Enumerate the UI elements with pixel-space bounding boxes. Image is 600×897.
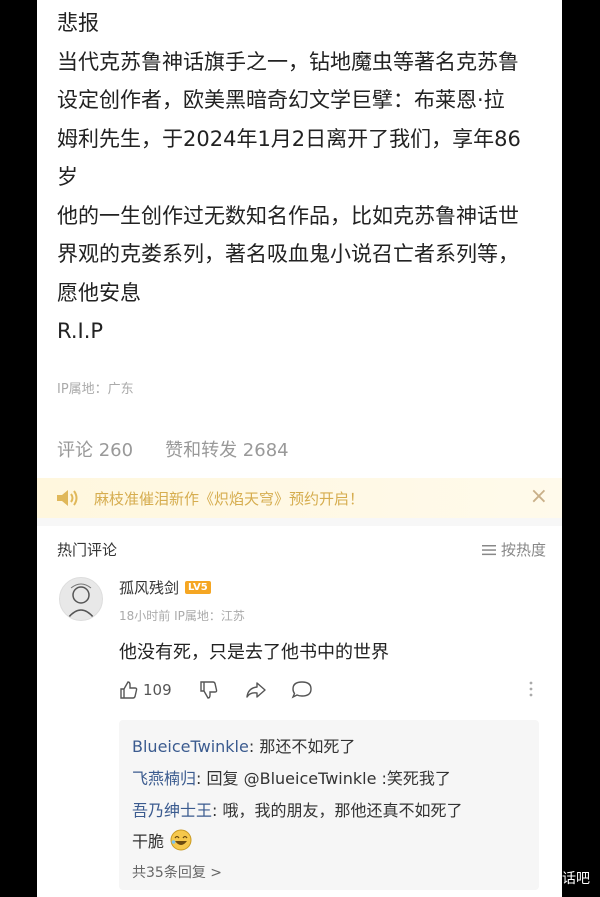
post-title: 悲报 <box>57 11 99 35</box>
post-text-line: 愿他安息 <box>57 280 141 305</box>
reply-separator: : <box>196 769 207 788</box>
sort-button[interactable]: 按热度 <box>481 539 546 560</box>
comment-meta: 18小时前 IP属地：江苏 <box>119 607 245 624</box>
promo-banner[interactable]: 麻枝准催泪新作《炽焰天穹》预约开启！ × <box>37 478 562 518</box>
sort-label: 按热度 <box>500 541 546 559</box>
reply-author[interactable]: 飞燕楠归 <box>132 769 196 788</box>
view-all-replies-link[interactable]: 共35条回复 > <box>132 862 222 882</box>
comment-ip: IP属地：江苏 <box>174 609 245 623</box>
reply-author[interactable]: BlueiceTwinkle <box>132 737 249 756</box>
avatar[interactable] <box>59 577 103 621</box>
more-icon[interactable] <box>529 680 533 698</box>
comments-tab[interactable]: 评论 260 <box>57 436 133 462</box>
comment-time: 18小时前 <box>119 609 171 623</box>
reply-item[interactable]: 飞燕楠归: 回复 @BlueiceTwinkle :笑死我了 <box>132 765 451 789</box>
reply-continuation-text: 干脆 <box>132 832 165 851</box>
reply-item[interactable]: BlueiceTwinkle: 那还不如死了 <box>132 733 355 757</box>
post-stats: 评论 260 赞和转发 2684 <box>57 436 289 462</box>
reply-continuation: 干脆 <box>132 828 192 852</box>
reply-button[interactable] <box>291 680 313 700</box>
thumbs-up-icon <box>119 680 139 700</box>
close-icon[interactable]: × <box>530 484 548 509</box>
comment-actions: 109 <box>119 680 539 706</box>
comment-author[interactable]: 孤风残剑 LV5 <box>119 577 211 598</box>
post-body: 悲报 当代克苏鲁神话旗手之一，钻地魔虫等著名克苏鲁 设定创作者，欧美黑暗奇幻文学… <box>57 4 552 351</box>
reply-separator: : <box>248 737 260 756</box>
reply-text: 哦，我的朋友，那他还真不如死了 <box>222 801 463 820</box>
replies-box: BlueiceTwinkle: 那还不如死了 飞燕楠归: 回复 @Blueice… <box>119 720 539 890</box>
post-text-line: 设定创作者，欧美黑暗奇幻文学巨擘：布莱恩·拉 <box>57 88 505 112</box>
share-button[interactable] <box>245 680 267 700</box>
promo-banner-text: 麻枝准催泪新作《炽焰天穹》预约开启！ <box>94 490 365 508</box>
like-count: 109 <box>143 681 172 699</box>
post-page: 悲报 当代克苏鲁神话旗手之一，钻地魔虫等著名克苏鲁 设定创作者，欧美黑暗奇幻文学… <box>37 0 562 897</box>
post-text-line: 姆利先生，于2024年1月2日离开了我们，享年86 <box>57 126 521 151</box>
reply-separator: : <box>212 801 223 820</box>
like-button[interactable]: 109 <box>119 680 172 700</box>
watermark: 话吧 <box>562 871 590 887</box>
comment-username: 孤风残剑 <box>119 579 180 597</box>
post-ip-location: IP属地：广东 <box>57 382 134 397</box>
reply-item[interactable]: 吾乃绅士王: 哦，我的朋友，那他还真不如死了 <box>132 797 463 821</box>
speech-bubble-icon <box>291 680 313 700</box>
dislike-button[interactable] <box>199 680 219 700</box>
share-icon <box>245 680 267 700</box>
thumbs-down-icon <box>199 680 219 700</box>
speaker-icon <box>55 488 79 508</box>
post-text-line: 岁 <box>57 165 78 189</box>
hot-comments-title: 热门评论 <box>57 541 118 559</box>
post-text-line: 他的一生创作过无数知名作品，比如克苏鲁神话世 <box>57 203 519 228</box>
post-text-line: 界观的克娄系列，著名吸血鬼小说召亡者系列等， <box>57 242 519 266</box>
post-text-line: R.I.P <box>57 319 104 343</box>
reply-author[interactable]: 吾乃绅士王 <box>132 801 212 820</box>
post-text-line: 当代克苏鲁神话旗手之一，钻地魔虫等著名克苏鲁 <box>57 49 519 74</box>
laughing-emoji-icon <box>170 829 192 851</box>
reply-text: 回复 @BlueiceTwinkle :笑死我了 <box>206 769 451 788</box>
reply-text: 那还不如死了 <box>259 737 356 756</box>
comment-text: 他没有死，只是去了他书中的世界 <box>119 642 389 663</box>
divider <box>37 518 562 526</box>
likes-reposts-tab[interactable]: 赞和转发 2684 <box>165 436 289 462</box>
list-icon <box>481 543 497 557</box>
level-badge: LV5 <box>185 581 211 594</box>
